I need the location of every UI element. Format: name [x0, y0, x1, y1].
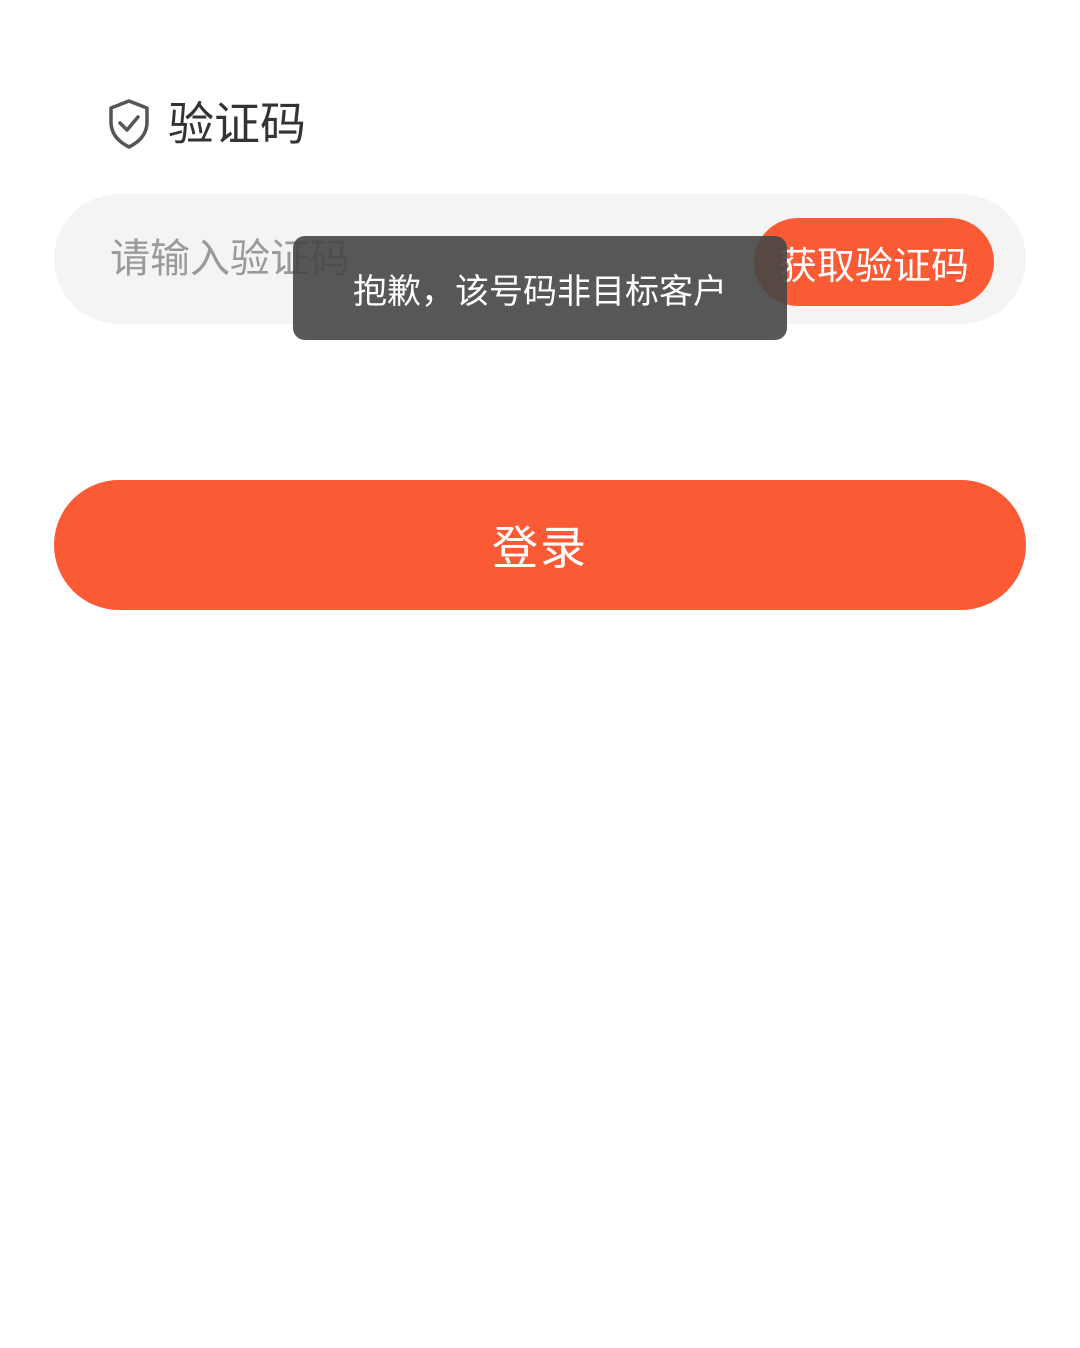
shield-check-icon [106, 97, 152, 151]
login-page: 验证码 获取验证码 登录 抱歉，该号码非目标客户 [0, 0, 1080, 1348]
toast-message: 抱歉，该号码非目标客户 [293, 236, 787, 340]
get-code-button[interactable]: 获取验证码 [754, 218, 994, 306]
verification-code-header: 验证码 [106, 88, 306, 160]
login-button[interactable]: 登录 [54, 480, 1026, 610]
section-title: 验证码 [168, 97, 306, 151]
